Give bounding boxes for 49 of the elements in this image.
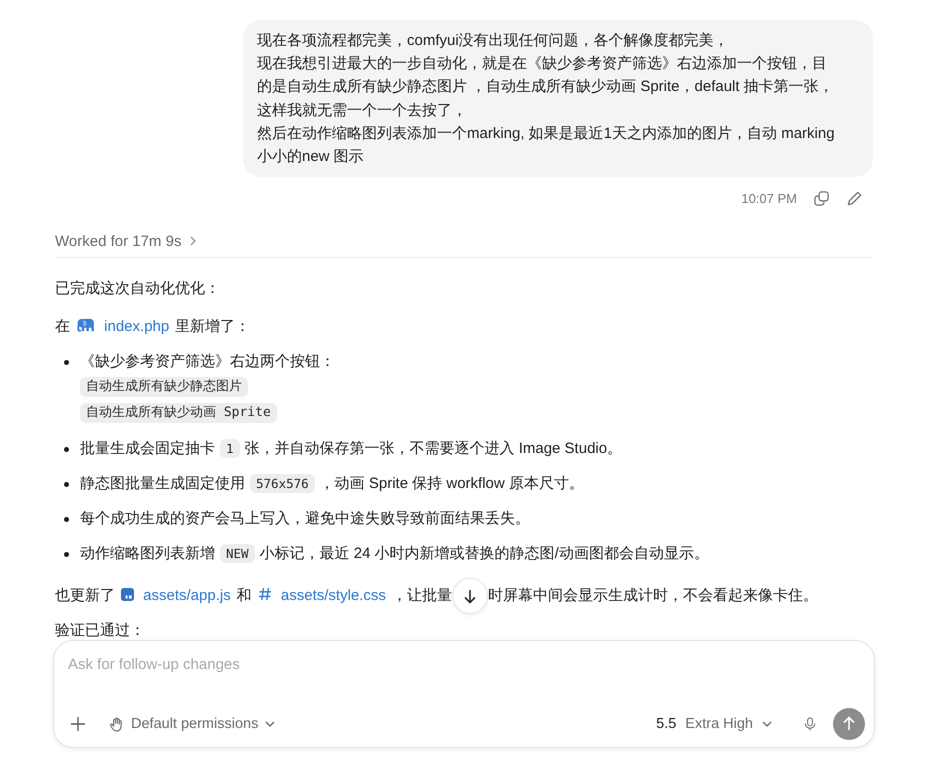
chevron-down-icon bbox=[762, 721, 772, 727]
bullet-icon bbox=[64, 446, 69, 452]
permissions-dropdown[interactable]: Default permissions bbox=[109, 710, 276, 738]
hand-icon bbox=[109, 716, 124, 732]
model-dropdown[interactable]: 5.5 Extra High bbox=[656, 710, 772, 738]
bullet-icon bbox=[64, 482, 69, 487]
list-item-text: 《缺少参考资产筛选》右边两个按钮： bbox=[80, 352, 335, 372]
work-summary-toggle[interactable]: Worked for 17m 9s bbox=[55, 229, 196, 254]
list-item-text: 动作缩略图列表新增 NEW 小标记，最近 24 小时内新增或替换的静态图/动画图都会自动显示。 bbox=[80, 543, 709, 566]
list-item-text: 每个成功生成的资产会马上写入，避免中途失败导致前面结果丢失。 bbox=[80, 509, 530, 530]
inline-code: 576x576 bbox=[250, 474, 315, 494]
pencil-icon[interactable] bbox=[847, 190, 862, 206]
file-link[interactable]: assets/app.js bbox=[121, 587, 231, 604]
inline-code: 自动生成所有缺少静态图片 bbox=[80, 377, 248, 398]
bullet-icon bbox=[64, 360, 69, 365]
inline-code: 自动生成所有缺少动画 Sprite bbox=[80, 403, 277, 424]
scroll-down-button[interactable] bbox=[452, 578, 488, 614]
microphone-icon[interactable] bbox=[804, 716, 816, 732]
bullet-icon bbox=[64, 552, 69, 557]
list-item-text: 静态图批量生成固定使用 576x576 ，动画 Sprite 保持 workflow 原本尺寸。 bbox=[80, 473, 584, 496]
plus-icon[interactable] bbox=[70, 716, 86, 732]
inline-code: 1 bbox=[220, 439, 240, 458]
message-line: 现在各项流程都完美，comfyui没有出现任何问题，各个解像度都完美， bbox=[257, 31, 730, 51]
message-line: 这样我就无需一个一个去按了， bbox=[257, 100, 468, 121]
paragraph-text: 已完成这次自动化优化： bbox=[55, 279, 220, 300]
js-file-icon bbox=[121, 588, 134, 602]
send-button[interactable] bbox=[833, 708, 865, 740]
message-line: 然后在动作缩略图列表添加一个marking, 如果是最近1天之内添加的图片，自动 marking bbox=[257, 124, 836, 144]
message-time: 10:07 PM bbox=[741, 190, 797, 206]
message-line: 现在我想引进最大的一步自动化，就是在《缺少参考资产筛选》右边添加一个按钮，目 bbox=[257, 54, 828, 74]
message-input[interactable]: Ask for follow-up changes bbox=[68, 653, 865, 708]
chevron-down-icon bbox=[265, 721, 276, 727]
list-item-text: 批量生成会固定抽卡 1 张，并自动保存第一张，不需要逐个进入 Image Studio。 bbox=[80, 438, 622, 460]
file-link[interactable]: assets/style.css bbox=[258, 587, 386, 604]
file-link[interactable]: index.php bbox=[76, 318, 170, 336]
bullet-icon bbox=[64, 516, 69, 522]
paragraph-text: 也更新了 assets/app.js 和 assets/style.css ，让批量 bbox=[55, 586, 452, 606]
arrow-down-icon bbox=[462, 588, 478, 604]
message-line: 小小的new 图示 bbox=[257, 147, 365, 168]
hash-icon bbox=[258, 587, 272, 602]
copy-icon[interactable] bbox=[814, 190, 829, 206]
elephant-icon bbox=[76, 318, 95, 332]
paragraph-text: 验证已通过： bbox=[55, 622, 145, 640]
inline-code: NEW bbox=[220, 544, 255, 564]
arrow-up-icon bbox=[841, 716, 857, 732]
paragraph-text: 时屏幕中间会显示生成计时，不会看起来像卡住。 bbox=[488, 586, 818, 606]
paragraph-text: 在 index.php 里新增了： bbox=[55, 317, 250, 338]
message-line: 的是自动生成所有缺少静态图片 ，自动生成所有缺少动画 Sprite，default 抽卡第一张， bbox=[257, 77, 835, 98]
message-composer[interactable]: Ask for follow-up changes Default permissions 5.5 Extra High bbox=[53, 640, 875, 748]
